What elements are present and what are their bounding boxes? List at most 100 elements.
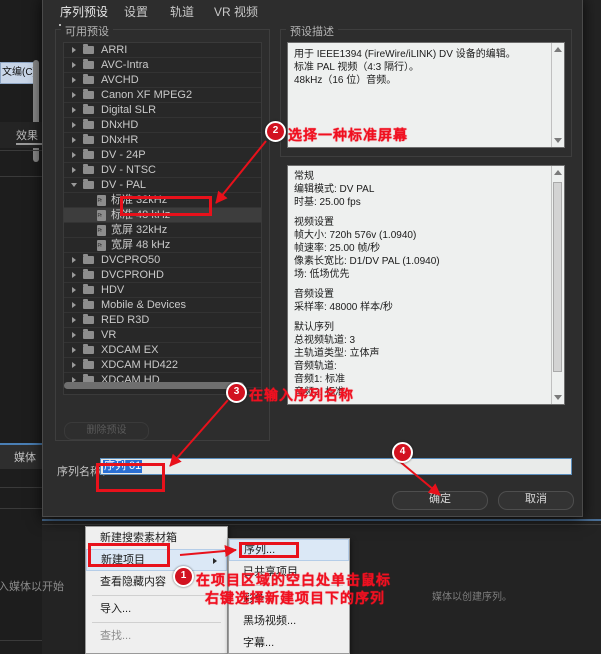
submenu-item[interactable]: 字幕... <box>229 632 349 654</box>
description-line: 标准 PAL 视频（4:3 隔行）。 <box>294 62 420 73</box>
preset-folder-row[interactable]: DNxHD <box>64 118 261 133</box>
highlight-box-new-item <box>88 543 170 567</box>
chevron-right-icon[interactable] <box>72 92 76 98</box>
folder-icon <box>83 269 94 279</box>
description-line: 采样率: 48000 样本/秒 <box>294 302 393 313</box>
panel-divider-1 <box>0 150 42 151</box>
preset-file-icon <box>97 194 106 209</box>
folder-icon <box>83 179 94 189</box>
import-media-hint: 入媒体以开始 <box>0 581 64 593</box>
chevron-right-icon[interactable] <box>72 152 76 158</box>
preset-folder-row[interactable]: Canon XF MPEG2 <box>64 88 261 103</box>
tab-sequence-presets[interactable]: 序列预设 <box>58 3 110 26</box>
preset-folder-row[interactable]: DV - PAL <box>64 178 261 193</box>
preset-tree-horizontal-scrollbar[interactable] <box>64 382 244 389</box>
sequence-name-input[interactable]: 序列 01 <box>100 458 572 475</box>
scroll-down-icon[interactable] <box>554 395 562 400</box>
cancel-button[interactable]: 取消 <box>498 491 574 510</box>
scroll-up-icon[interactable] <box>554 47 562 52</box>
description-line: 音频设置 <box>294 289 334 300</box>
chevron-right-icon[interactable] <box>72 272 76 278</box>
folder-icon <box>83 254 94 264</box>
preset-folder-row[interactable]: HDV <box>64 283 261 298</box>
annotation-note-1-line1: 在项目区域的空白处单击鼠标 <box>196 572 391 588</box>
preset-folder-row[interactable]: DVCPRO50 <box>64 253 261 268</box>
description-blank-line <box>294 281 550 288</box>
preset-row-label: Mobile & Devices <box>101 299 186 311</box>
preset-row-label: VR <box>101 329 117 341</box>
description-line: 像素长宽比: D1/DV PAL (1.0940) <box>294 256 440 267</box>
preset-row-label: DVCPROHD <box>101 269 164 281</box>
preset-folder-row[interactable]: DNxHR <box>64 133 261 148</box>
scroll-down-icon[interactable] <box>554 138 562 143</box>
preset-folder-row[interactable]: DV - NTSC <box>64 163 261 178</box>
step-badge-3: 3 <box>226 382 247 403</box>
menu-item-label: 查找... <box>100 630 132 642</box>
preset-folder-row[interactable]: XDCAM HD422 <box>64 358 261 373</box>
preset-tree[interactable]: ARRI AVC-Intra AVCHD Canon XF MPEG2 Digital … <box>63 42 262 395</box>
preset-row-label: 宽屏 32kHz <box>111 224 168 236</box>
preset-description-title: 预设描述 <box>286 23 338 39</box>
scroll-up-icon[interactable] <box>554 170 562 175</box>
highlight-box-preset <box>120 196 212 216</box>
chevron-right-icon[interactable] <box>72 137 76 143</box>
tab-settings[interactable]: 设置 <box>124 3 148 20</box>
scrollbar-thumb[interactable] <box>553 182 562 372</box>
preset-folder-row[interactable]: AVC-Intra <box>64 58 261 73</box>
folder-icon <box>83 164 94 174</box>
chevron-right-icon[interactable] <box>72 62 76 68</box>
chevron-right-icon[interactable] <box>72 332 76 338</box>
chevron-right-icon[interactable] <box>72 302 76 308</box>
chevron-right-icon[interactable] <box>72 167 76 173</box>
submenu-item[interactable]: 黑场视频... <box>229 610 349 632</box>
highlight-box-sequence-menu-item <box>239 542 299 558</box>
preset-folder-row[interactable]: VR <box>64 328 261 343</box>
preset-folder-row[interactable]: Digital SLR <box>64 103 261 118</box>
preset-row-label: DVCPRO50 <box>101 254 161 266</box>
chevron-right-icon[interactable] <box>72 287 76 293</box>
folder-icon <box>83 74 94 84</box>
description-summary-scrollbar[interactable] <box>551 43 564 147</box>
preset-file-icon <box>97 209 106 224</box>
annotation-note-3: 在输入序列名称 <box>249 387 354 403</box>
preset-item-row[interactable]: 宽屏 48 kHz <box>64 238 261 254</box>
chevron-right-icon[interactable] <box>72 362 76 368</box>
preset-row-label: XDCAM EX <box>101 344 159 356</box>
folder-icon <box>83 119 94 129</box>
submenu-arrow-icon <box>213 558 217 564</box>
chevron-right-icon[interactable] <box>72 77 76 83</box>
folder-icon <box>83 314 94 324</box>
preset-folder-row[interactable]: DVCPROHD <box>64 268 261 283</box>
chevron-right-icon[interactable] <box>72 47 76 53</box>
chevron-down-icon[interactable] <box>71 183 77 187</box>
preset-row-label: XDCAM HD422 <box>101 359 179 371</box>
preset-folder-row[interactable]: DV - 24P <box>64 148 261 163</box>
chevron-right-icon[interactable] <box>72 257 76 263</box>
preset-item-row[interactable]: 宽屏 32kHz <box>64 223 261 239</box>
chevron-right-icon[interactable] <box>72 107 76 113</box>
tab-vr-video[interactable]: VR 视频 <box>214 3 258 20</box>
delete-preset-button[interactable]: 删除预设 <box>64 422 149 440</box>
description-details-scrollbar[interactable] <box>551 166 564 404</box>
preset-folder-row[interactable]: ARRI <box>64 43 261 58</box>
chevron-right-icon[interactable] <box>72 317 76 323</box>
tab-effects-underline <box>16 143 42 145</box>
folder-icon <box>83 344 94 354</box>
description-line: 总视频轨道: 3 <box>294 335 356 346</box>
tab-media[interactable]: 媒体 <box>0 443 42 469</box>
new-sequence-dialog: 序列预设 设置 轨道 VR 视频 可用预设 预设描述 ARRI AVC-Intra… <box>42 0 583 517</box>
preset-folder-row[interactable]: XDCAM EX <box>64 343 261 358</box>
tab-tracks[interactable]: 轨道 <box>170 3 194 20</box>
preset-folder-row[interactable]: RED R3D <box>64 313 261 328</box>
tab-effects[interactable]: 效果 <box>0 122 42 148</box>
description-line: 常规 <box>294 171 314 182</box>
preset-folder-row[interactable]: AVCHD <box>64 73 261 88</box>
chevron-right-icon[interactable] <box>72 122 76 128</box>
menu-separator <box>92 595 221 596</box>
menu-item-label: 导入... <box>100 603 132 615</box>
preset-folder-row[interactable]: Mobile & Devices <box>64 298 261 313</box>
chevron-right-icon[interactable] <box>72 347 76 353</box>
ok-button[interactable]: 确定 <box>392 491 488 510</box>
menu-item-edit[interactable]: 文编(C) <box>1 63 37 83</box>
panel-divider-3 <box>0 487 42 488</box>
